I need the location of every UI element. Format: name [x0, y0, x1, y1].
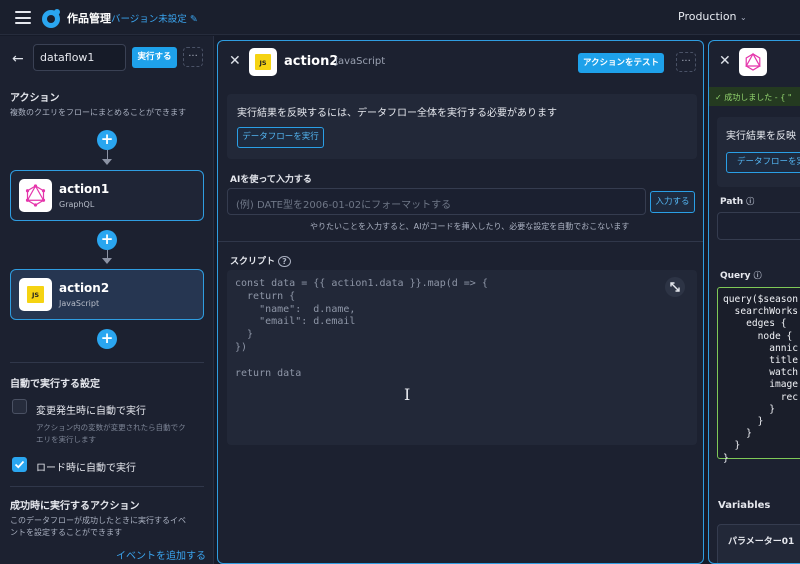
help-icon[interactable]: ⓘ [754, 271, 762, 280]
version-label[interactable]: バージョン未設定 [111, 14, 187, 25]
help-icon[interactable]: ? [278, 256, 291, 267]
script-code[interactable]: const data = {{ action1.data }}.map(d =>… [235, 278, 488, 380]
js-badge: JS [255, 54, 271, 70]
divider [10, 362, 204, 363]
add-action-button[interactable]: + [97, 230, 117, 250]
query-label: Query ⓘ [720, 270, 762, 281]
auto-run-title: 自動で実行する設定 [10, 379, 100, 390]
actions-description: 複数のクエリをフローにまとめることができます [10, 108, 186, 117]
flow-arrow-icon [102, 159, 112, 165]
more-options-icon[interactable]: ··· [183, 47, 203, 67]
text-cursor-icon: I [404, 385, 411, 404]
path-input[interactable] [717, 212, 800, 240]
action-type: GraphQL [59, 200, 95, 209]
divider [218, 241, 703, 242]
parameter-card: パラメーター01 [717, 524, 800, 563]
help-icon[interactable]: ⓘ [746, 197, 754, 206]
back-arrow-icon[interactable]: ← [12, 51, 24, 67]
auto-on-load-checkbox[interactable] [12, 457, 27, 472]
add-action-button[interactable]: + [97, 329, 117, 349]
chevron-down-icon: ⌄ [740, 13, 747, 22]
script-editor[interactable]: const data = {{ action1.data }}.map(d =>… [227, 270, 697, 445]
action-name: action1 [59, 182, 110, 196]
close-icon[interactable]: ✕ [719, 53, 731, 69]
graphql-icon [739, 48, 767, 76]
js-badge: JS [27, 286, 44, 303]
javascript-icon: JS [249, 48, 277, 76]
success-banner: ✓ 成功しました - { " [709, 87, 800, 106]
run-notice: 実行結果を反映するには、データフロー全体を実行する必要があります データフローを… [227, 94, 697, 159]
pencil-icon: ✎ [189, 14, 198, 25]
on-success-desc-2: ントを設定することができます [10, 528, 122, 537]
success-text: 成功しました - { " [724, 93, 792, 102]
actions-title: アクション [10, 93, 60, 104]
test-action-button[interactable]: アクションをテスト [578, 53, 664, 73]
ai-submit-button[interactable]: 入力する [650, 191, 695, 213]
more-options-icon[interactable]: ··· [676, 52, 696, 72]
action-type: JavaScript [59, 299, 100, 308]
action-editor-panel: ✕ JS action2 JavaScript アクションをテスト ··· 実行… [217, 40, 704, 564]
ai-prompt-input[interactable]: (例) DATE型を2006-01-02にフォーマットする [227, 188, 646, 215]
auto-on-change-desc-1: アクション内の変数が変更されたら自動でク [36, 423, 186, 432]
run-button[interactable]: 実行する [132, 47, 177, 68]
action-title: action2 [284, 54, 339, 69]
action-card-action2[interactable]: JS action2 JavaScript [10, 269, 204, 320]
action-name: action2 [59, 281, 110, 295]
version-link[interactable]: バージョン未設定 ✎ [111, 11, 198, 25]
add-event-link[interactable]: イベントを追加する [116, 547, 206, 562]
environment-select[interactable]: Production ⌄ [678, 10, 747, 23]
path-label: Path ⓘ [720, 196, 754, 207]
run-notice: 実行結果を反映 データフローを実 [717, 117, 800, 187]
on-success-title: 成功時に実行するアクション [10, 501, 140, 512]
ai-input-label: AIを使って入力する [230, 175, 312, 185]
javascript-icon: JS [19, 278, 52, 311]
variables-label: Variables [718, 500, 771, 511]
script-label: スクリプト ? [230, 254, 291, 267]
environment-label[interactable]: Production [678, 10, 737, 23]
add-action-button[interactable]: + [97, 130, 117, 150]
run-notice-text: 実行結果を反映 [726, 131, 796, 142]
on-success-desc-1: このデータフローが成功したときに実行するイベ [10, 516, 186, 525]
graphql-action-panel: ✕ ✓ 成功しました - { " 実行結果を反映 データフローを実 Path ⓘ… [708, 40, 800, 564]
auto-on-change-desc-2: エリを実行します [36, 435, 96, 444]
app-logo-icon [42, 9, 60, 28]
top-bar: 作品管理 バージョン未設定 ✎ Production ⌄ [0, 0, 800, 35]
query-code[interactable]: query($season searchWorks edges { node {… [723, 294, 798, 465]
checkmark-icon [14, 460, 25, 469]
close-icon[interactable]: ✕ [229, 53, 241, 69]
parameter-label: パラメーター01 [728, 537, 795, 547]
script-label-text: スクリプト [230, 257, 276, 267]
action-type: JavaScript [335, 56, 386, 67]
dataflow-name-input[interactable]: dataflow1 [33, 44, 126, 71]
auto-on-load-label: ロード時に自動で実行 [36, 463, 136, 474]
path-label-text: Path [720, 197, 744, 207]
flow-arrow-icon [102, 258, 112, 264]
auto-on-change-checkbox[interactable] [12, 399, 27, 414]
query-editor[interactable]: query($season searchWorks edges { node {… [717, 287, 800, 464]
ai-hint: やりたいことを入力すると、AIがコードを挿入したり、必要な設定を自動でおこないま… [310, 222, 630, 231]
run-dataflow-button[interactable]: データフローを実 [726, 152, 800, 173]
checkmark-icon: ✓ [715, 93, 722, 102]
query-label-text: Query [720, 271, 751, 281]
action-card-action1[interactable]: action1 GraphQL [10, 170, 204, 221]
auto-on-change-label: 変更発生時に自動で実行 [36, 406, 146, 417]
run-notice-text: 実行結果を反映するには、データフロー全体を実行する必要があります [237, 108, 557, 119]
app-title: 作品管理 [67, 12, 111, 25]
run-dataflow-button[interactable]: データフローを実行 [237, 127, 324, 148]
menu-icon[interactable] [15, 11, 31, 24]
dataflow-sidebar: ← dataflow1 実行する ··· アクション 複数のクエリをフローにまと… [0, 36, 214, 564]
divider [10, 486, 204, 487]
graphql-icon [19, 179, 52, 212]
expand-icon[interactable] [665, 277, 685, 297]
